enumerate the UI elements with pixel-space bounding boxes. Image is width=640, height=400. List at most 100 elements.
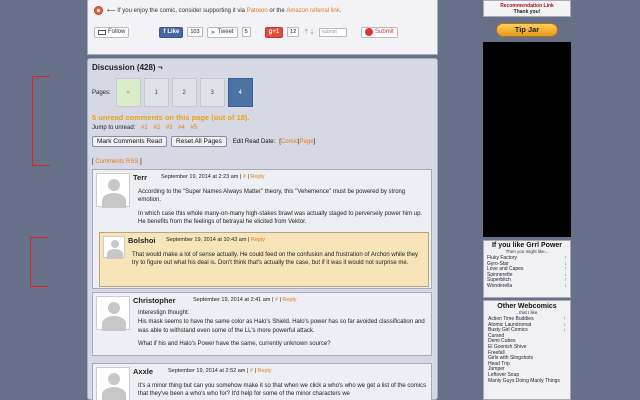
ad-block xyxy=(483,42,571,237)
comment-permalink[interactable]: # xyxy=(250,368,253,374)
comment-paragraph: It's a minor thing but can you somehow m… xyxy=(138,383,427,398)
submit-input[interactable]: submit xyxy=(319,27,348,37)
if-you-like-title: If you like Grrl Power xyxy=(491,242,563,249)
comment-meta: September 19, 2014 at 2:41 am | # | Repl… xyxy=(193,297,297,303)
comment-meta: September 19, 2014 at 2:23 am | # | Repl… xyxy=(161,174,265,180)
comment-terr: Terr September 19, 2014 at 2:23 am | # |… xyxy=(92,169,432,289)
email-follow-button[interactable]: Follow xyxy=(94,26,130,38)
other-webcomics-box: Other Webcomics ...that I like. Action T… xyxy=(483,300,571,400)
main-column: ⟵ If you enjoy the comic, consider suppo… xyxy=(87,0,438,400)
right-sidebar: Recommendation Link Thank you! Tip Jar I… xyxy=(482,0,572,400)
jump-link-1[interactable]: #1 xyxy=(141,125,148,131)
facebook-icon: f xyxy=(163,29,166,35)
comment-paragraph: In which case this whole many-on-many hi… xyxy=(138,210,423,225)
annotation-bracket-top xyxy=(32,76,50,166)
email-follow-label: Follow xyxy=(108,29,126,35)
comic-link[interactable]: Wonderella xyxy=(487,283,512,290)
support-line: ⟵ If you enjoy the comic, consider suppo… xyxy=(94,6,341,15)
annotation-bracket-bottom xyxy=(30,237,48,287)
comment-reply-link[interactable]: Reply xyxy=(282,297,296,303)
reset-all-pages-button[interactable]: Reset All Pages xyxy=(171,136,227,147)
jump-label: Jump to unread: xyxy=(92,125,136,131)
reddit-submit-label: Submit xyxy=(375,29,394,35)
comment-author[interactable]: Bolshoi xyxy=(128,236,156,245)
page-1-button[interactable]: 1 xyxy=(143,78,169,107)
if-you-like-subtitle: Then you might like... xyxy=(505,249,549,254)
jump-link-4[interactable]: #4 xyxy=(178,125,185,131)
comment-permalink[interactable]: # xyxy=(243,174,246,180)
comment-author[interactable]: Axxle xyxy=(133,367,153,376)
facebook-like-count: 103 xyxy=(187,27,203,37)
comment-body: That would make a lot of sense actually.… xyxy=(132,251,422,273)
avatar xyxy=(103,236,125,259)
facebook-like-label: Like xyxy=(167,29,180,35)
tweet-count: 5 xyxy=(241,27,251,37)
comment-paragraph: That would make a lot of sense actually.… xyxy=(132,252,419,267)
jump-to-unread: Jump to unread: #1 #2 #3 #4 #5 xyxy=(92,125,197,131)
comment-reply-link[interactable]: Reply xyxy=(251,237,265,243)
comment-reply-link[interactable]: Reply xyxy=(250,174,264,180)
discussion-title-text: Discussion (428) xyxy=(92,63,156,72)
comment-author[interactable]: Terr xyxy=(133,173,147,182)
comment-date: September 19, 2014 at 10:43 am xyxy=(166,237,247,243)
avatar xyxy=(96,296,130,331)
comment-paragraph: Interestign thought: xyxy=(138,310,190,316)
facebook-like-button[interactable]: f Like xyxy=(159,26,184,38)
recommendation-thanks: Thank you! xyxy=(513,9,541,15)
comment-christopher: Christopher September 19, 2014 at 2:41 a… xyxy=(92,292,432,356)
comment-permalink[interactable]: # xyxy=(275,297,278,303)
pages-label: Pages: xyxy=(92,89,111,96)
page-3-button[interactable]: 3 xyxy=(199,78,225,107)
edit-read-comic-link[interactable]: Comic xyxy=(281,139,298,145)
tip-jar-button[interactable]: Tip Jar xyxy=(496,23,558,37)
pagination: Pages: « 1 2 3 4 xyxy=(92,78,253,107)
reddit-submit-button[interactable]: Submit xyxy=(361,26,398,38)
edit-read-label: Edit Read Date: xyxy=(232,138,276,145)
reddit-icon xyxy=(365,28,374,36)
comic-link[interactable]: Manly Guys Doing Manly Things xyxy=(488,378,560,385)
edit-read-page-link[interactable]: Page xyxy=(300,139,314,145)
mark-comments-read-button[interactable]: Mark Comments Read xyxy=(92,136,168,147)
page-2-button[interactable]: 2 xyxy=(171,78,197,107)
stumbleupon-icon[interactable]: ⇡⇣ xyxy=(303,28,315,36)
discussion-title-suffix: ¬ xyxy=(157,63,163,72)
tweet-label: Tweet xyxy=(217,29,234,35)
unread-count: 5 unread comments on this page (out of 1… xyxy=(92,113,250,122)
jump-link-2[interactable]: #2 xyxy=(153,125,160,131)
comment-body: Interestign thought: His mask seems to h… xyxy=(138,309,428,353)
page-4-button-current[interactable]: 4 xyxy=(227,78,253,107)
twitter-bird-icon: ➤ xyxy=(210,29,216,36)
support-text: If you enjoy the comic, consider support… xyxy=(117,7,246,14)
list-item[interactable]: Manly Guys Doing Manly Things xyxy=(488,378,570,385)
avatar xyxy=(96,367,130,400)
other-webcomics-list: Action Time Buddies ↑ Atomic Laundromat ↓ … xyxy=(484,316,570,385)
support-period: . xyxy=(339,7,342,14)
share-panel: ⟵ If you enjoy the comic, consider suppo… xyxy=(87,0,438,55)
if-you-like-box: If you like Grrl Power Then you might li… xyxy=(483,240,571,298)
comment-author[interactable]: Christopher xyxy=(133,296,176,305)
comments-rss-link[interactable]: Comments RSS xyxy=(95,159,138,165)
other-webcomics-subtitle: ...that I like. xyxy=(515,310,539,315)
comments-rss: [ Comments RSS ] xyxy=(92,159,142,165)
comment-bolshoi-reply: Bolshoi September 19, 2014 at 10:43 am |… xyxy=(99,232,429,287)
jump-link-3[interactable]: #3 xyxy=(166,125,173,131)
read-actions: Mark Comments Read Reset All Pages Edit … xyxy=(92,136,315,147)
patreon-icon[interactable] xyxy=(94,6,103,15)
jump-link-5[interactable]: #5 xyxy=(190,125,197,131)
arrow-icon: ↓ xyxy=(563,327,567,334)
google-plus-button[interactable]: g+1 xyxy=(264,26,284,38)
comment-date: September 19, 2014 at 2:52 am xyxy=(168,368,246,374)
tweet-button[interactable]: ➤ Tweet xyxy=(206,26,238,38)
comment-meta: September 19, 2014 at 10:43 am | Reply xyxy=(166,237,265,243)
comment-paragraph: What if his and Halo's Power have the sa… xyxy=(138,340,331,347)
comment-meta: September 19, 2014 at 2:52 am | # | Repl… xyxy=(168,368,272,374)
page-prev-button[interactable]: « xyxy=(115,78,141,107)
list-item[interactable]: Wonderella ↓ xyxy=(484,283,570,290)
comment-reply-link[interactable]: Reply xyxy=(257,368,271,374)
back-arrow-icon: ⟵ xyxy=(107,8,116,14)
support-or-text: or the xyxy=(269,7,285,14)
amazon-link[interactable]: Amazon referral link xyxy=(286,8,339,14)
comment-date: September 19, 2014 at 2:23 am xyxy=(161,174,239,180)
patreon-link[interactable]: Patreon xyxy=(247,8,268,14)
comment-paragraph: According to the "Super Names Always Mat… xyxy=(138,189,406,204)
